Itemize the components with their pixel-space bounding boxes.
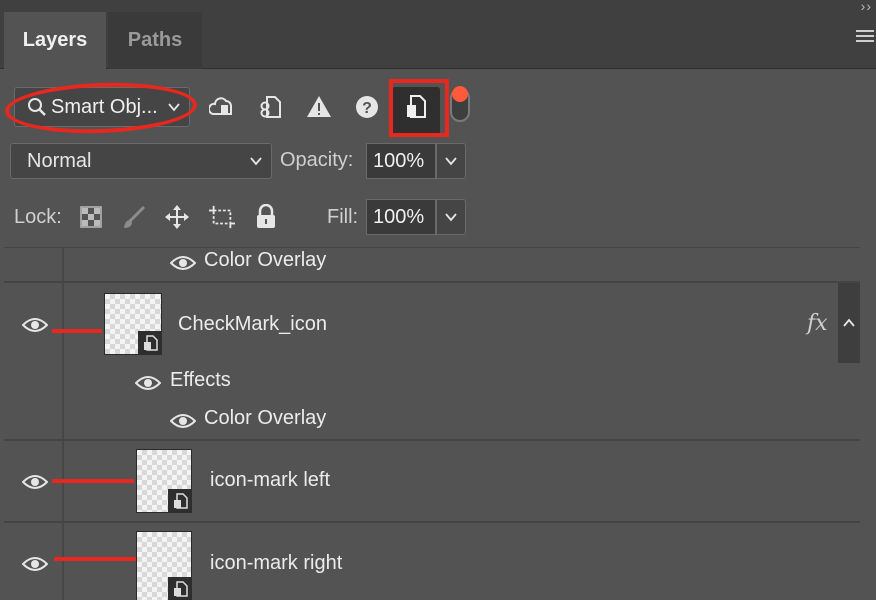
fill-label: Fill: — [327, 206, 359, 228]
smart-object-badge-icon — [168, 489, 192, 513]
linked-file-icon[interactable] — [257, 94, 283, 120]
fill-dropdown[interactable] — [436, 199, 466, 235]
layer-thumbnail[interactable] — [136, 449, 192, 513]
annotation-line — [54, 557, 136, 561]
smart-object-badge-icon — [138, 331, 162, 355]
eye-icon[interactable] — [22, 555, 48, 573]
tab-layers[interactable]: Layers — [4, 12, 106, 69]
panel-menu-icon[interactable] — [856, 30, 874, 46]
layer-name[interactable]: CheckMark_icon — [178, 313, 327, 336]
visibility-column — [4, 283, 64, 439]
visibility-column — [4, 248, 64, 281]
annotation-line — [52, 329, 102, 333]
opacity-label: Opacity: — [280, 149, 354, 171]
layer-filter-row: Smart Obj... ? — [0, 70, 876, 140]
eye-icon[interactable] — [170, 254, 196, 272]
effect-name: Color Overlay — [204, 407, 327, 429]
chevron-down-icon — [445, 157, 457, 166]
lock-transparency-icon[interactable] — [78, 204, 104, 230]
lock-all-icon[interactable] — [253, 204, 279, 230]
fill-input[interactable]: 100% — [366, 199, 436, 235]
chevron-up-icon — [843, 318, 855, 327]
lock-position-icon[interactable] — [164, 204, 190, 230]
chevron-down-icon — [250, 157, 262, 166]
layer-name[interactable]: icon-mark left — [210, 469, 330, 492]
opacity-dropdown[interactable] — [436, 143, 466, 179]
eye-icon[interactable] — [170, 412, 196, 430]
lock-paint-icon[interactable] — [121, 204, 147, 230]
lock-row: Lock: Fill: 100% — [0, 196, 876, 244]
layer-thumbnail[interactable] — [104, 293, 162, 355]
effect-row[interactable]: Color Overlay — [4, 248, 860, 283]
svg-text:?: ? — [362, 100, 372, 117]
effects-label: Effects — [170, 369, 231, 391]
question-icon[interactable]: ? — [354, 94, 380, 120]
opacity-input[interactable]: 100% — [366, 143, 436, 179]
layer-row-checkmark[interactable]: CheckMark_icon fx Effects Color Overlay — [4, 283, 860, 441]
tab-paths[interactable]: Paths — [108, 12, 202, 69]
smart-object-badge-icon — [168, 577, 192, 600]
annotation-line — [52, 479, 134, 483]
scrollbar[interactable] — [860, 247, 876, 600]
fx-icon[interactable]: fx — [807, 311, 828, 336]
collapse-effects-button[interactable] — [838, 283, 860, 363]
blend-mode-label: Normal — [27, 149, 92, 172]
cloud-update-icon[interactable] — [209, 94, 235, 120]
warning-icon[interactable] — [306, 94, 332, 120]
layer-row-icon-mark-left[interactable]: icon-mark left — [4, 441, 860, 523]
layer-thumbnail[interactable] — [136, 531, 192, 600]
eye-icon[interactable] — [135, 374, 161, 392]
filter-toggle-indicator — [452, 86, 468, 102]
eye-icon[interactable] — [22, 473, 48, 491]
blend-row: Normal Opacity: 100% — [0, 140, 876, 188]
chevron-down-icon — [445, 213, 457, 222]
grip-icon: ›› — [860, 0, 872, 14]
layers-list: Color Overlay CheckMark_icon fx Effects … — [4, 247, 860, 600]
annotation-rectangle — [389, 79, 449, 137]
layer-name[interactable]: icon-mark right — [210, 552, 342, 575]
layer-row-icon-mark-right[interactable]: icon-mark right — [4, 523, 860, 600]
panel-tab-bar: Layers Paths ›› — [0, 0, 876, 69]
lock-artboard-icon[interactable] — [209, 204, 235, 230]
blend-mode-select[interactable]: Normal — [10, 143, 272, 179]
effect-name: Color Overlay — [204, 249, 327, 271]
eye-icon[interactable] — [22, 316, 48, 334]
lock-label: Lock: — [14, 206, 62, 228]
